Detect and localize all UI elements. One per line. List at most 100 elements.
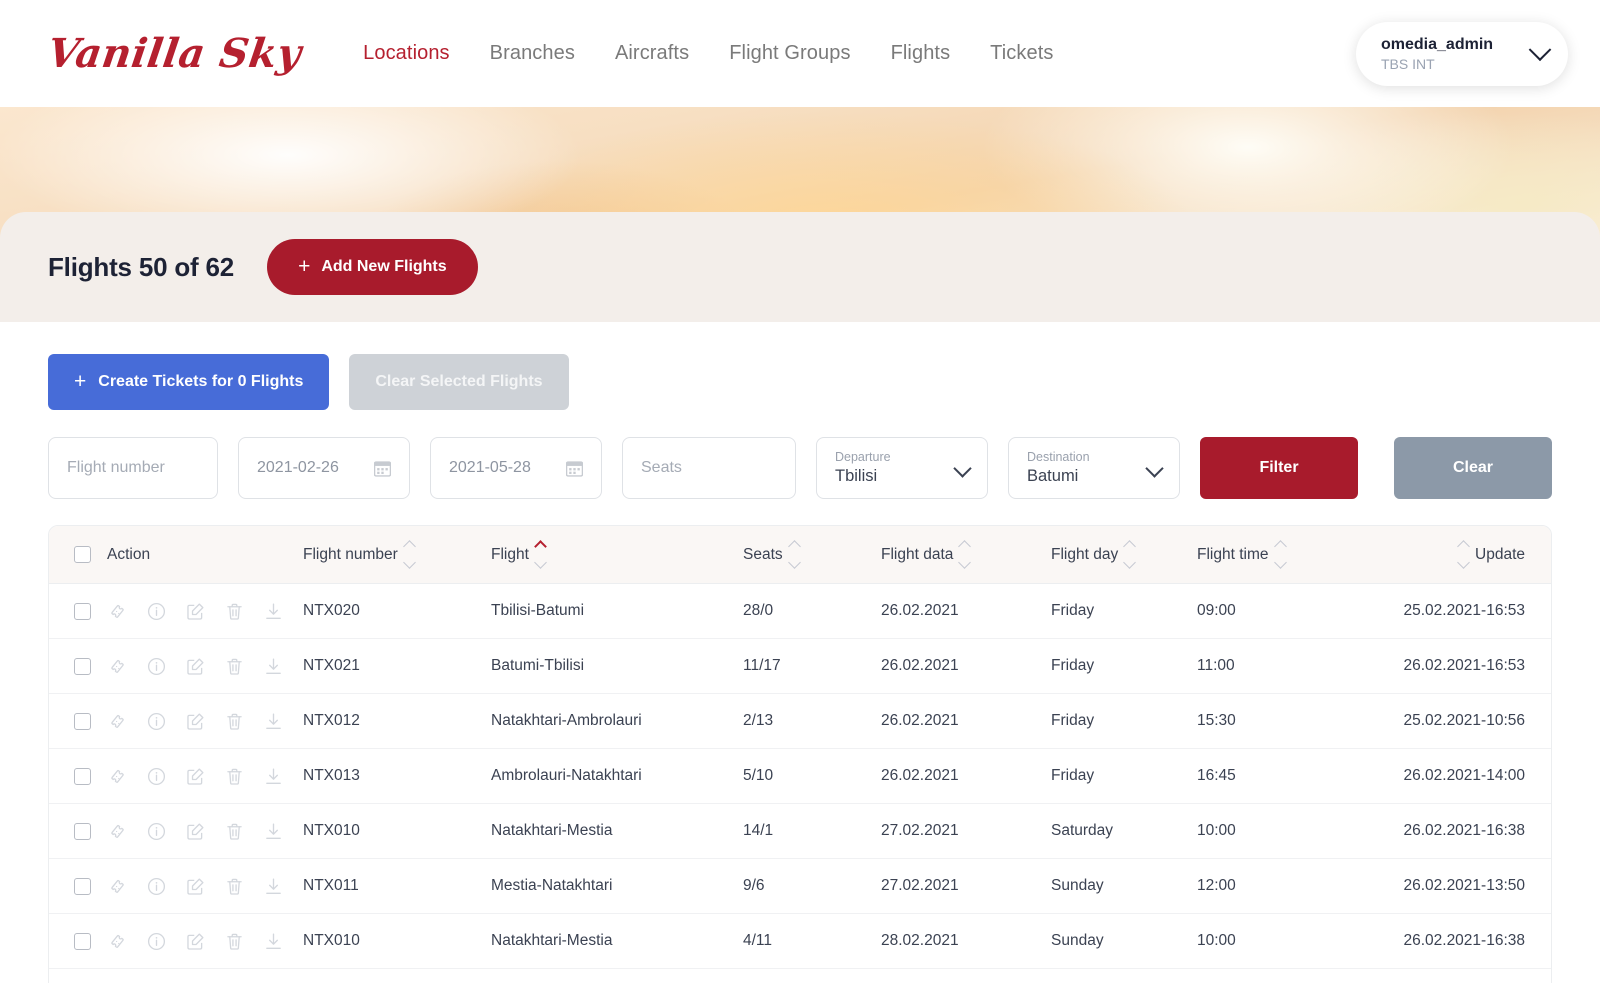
add-new-flights-button[interactable]: + Add New Flights: [267, 239, 478, 295]
download-icon[interactable]: [263, 766, 284, 787]
filter-button[interactable]: Filter: [1200, 437, 1358, 499]
trash-icon[interactable]: [224, 821, 245, 842]
info-icon[interactable]: [146, 876, 167, 897]
info-icon[interactable]: [146, 711, 167, 732]
column-header-update[interactable]: Update: [1363, 540, 1551, 569]
account-menu[interactable]: omedia_admin TBS INT: [1356, 22, 1568, 86]
sort-toggle-flight-time[interactable]: [1273, 540, 1287, 569]
row-checkbox[interactable]: [74, 657, 91, 675]
column-header-flight[interactable]: Flight: [491, 540, 743, 569]
download-icon[interactable]: [263, 931, 284, 952]
column-header-flight-day[interactable]: Flight day: [1051, 540, 1197, 569]
table-row[interactable]: NTX010 Natakhtari-Mestia 4/11 28.02.2021…: [49, 914, 1551, 969]
download-icon[interactable]: [263, 821, 284, 842]
column-header-seats[interactable]: Seats: [743, 540, 881, 569]
ticket-icon[interactable]: [107, 711, 128, 732]
trash-icon[interactable]: [224, 711, 245, 732]
info-icon[interactable]: [146, 821, 167, 842]
flight-data-value: 26.02.2021: [881, 712, 959, 729]
edit-icon[interactable]: [185, 711, 206, 732]
trash-icon[interactable]: [224, 876, 245, 897]
edit-icon[interactable]: [185, 766, 206, 787]
clear-button[interactable]: Clear: [1394, 437, 1552, 499]
ticket-icon[interactable]: [107, 601, 128, 622]
edit-icon[interactable]: [185, 821, 206, 842]
flight-day-value: Saturday: [1051, 822, 1114, 839]
flight-number-value: NTX013: [303, 767, 360, 784]
cell-flight-day: Friday: [1051, 767, 1197, 785]
table-row[interactable]: NTX011 Mestia-Natakhtari 9/6 27.02.2021 …: [49, 859, 1551, 914]
caret-down-icon: [402, 556, 416, 569]
trash-icon[interactable]: [224, 601, 245, 622]
sort-toggle-flight[interactable]: [534, 540, 547, 569]
seats-input[interactable]: Seats: [622, 437, 796, 499]
cell-flight-time: 16:45: [1197, 767, 1363, 785]
flight-value: Natakhtari-Mestia: [491, 822, 613, 839]
calendar-icon[interactable]: [565, 460, 584, 477]
download-icon[interactable]: [263, 876, 284, 897]
download-icon[interactable]: [263, 656, 284, 677]
download-icon[interactable]: [263, 711, 284, 732]
nav-item-flight-groups[interactable]: Flight Groups: [729, 42, 850, 65]
cell-flight-number: NTX020: [303, 602, 491, 620]
flight-number-input[interactable]: Flight number: [48, 437, 218, 499]
nav-item-branches[interactable]: Branches: [490, 42, 575, 65]
brand-logo[interactable]: Vanilla Sky: [45, 30, 305, 77]
nav-item-tickets[interactable]: Tickets: [990, 42, 1053, 65]
info-icon[interactable]: [146, 601, 167, 622]
table-row[interactable]: NTX020 Tbilisi-Batumi 28/0 26.02.2021 Fr…: [49, 584, 1551, 639]
ticket-icon[interactable]: [107, 766, 128, 787]
ticket-icon[interactable]: [107, 931, 128, 952]
column-header-flight-number[interactable]: Flight number: [303, 540, 491, 569]
sort-toggle-flight-number[interactable]: [402, 540, 416, 569]
table-row[interactable]: NTX010 Natakhtari-Mestia 14/1 27.02.2021…: [49, 804, 1551, 859]
destination-select[interactable]: Destination Batumi: [1008, 437, 1180, 499]
seats-value: 14/1: [743, 822, 774, 839]
edit-icon[interactable]: [185, 656, 206, 677]
row-checkbox[interactable]: [74, 877, 91, 895]
sort-toggle-update[interactable]: [1457, 540, 1470, 569]
sort-toggle-flight-data[interactable]: [958, 540, 972, 569]
ticket-icon[interactable]: [107, 821, 128, 842]
ticket-icon[interactable]: [107, 656, 128, 677]
trash-icon[interactable]: [224, 766, 245, 787]
clear-selected-flights-button[interactable]: Clear Selected Flights: [349, 354, 569, 410]
table-row[interactable]: NTX012 Natakhtari-Ambrolauri 2/13 26.02.…: [49, 694, 1551, 749]
info-icon[interactable]: [146, 931, 167, 952]
sort-toggle-seats[interactable]: [787, 540, 801, 569]
nav-item-locations[interactable]: Locations: [363, 42, 450, 65]
download-icon[interactable]: [263, 601, 284, 622]
table-row[interactable]: NTX013 Ambrolauri-Natakhtari 5/10 26.02.…: [49, 749, 1551, 804]
flight-data-value: 28.02.2021: [881, 932, 959, 949]
cell-seats: 4/11: [743, 932, 881, 950]
date-from-input[interactable]: 2021-02-26: [238, 437, 410, 499]
trash-icon[interactable]: [224, 656, 245, 677]
info-icon[interactable]: [146, 656, 167, 677]
sort-toggle-flight-day[interactable]: [1123, 540, 1137, 569]
edit-icon[interactable]: [185, 601, 206, 622]
row-checkbox[interactable]: [74, 932, 91, 950]
calendar-icon[interactable]: [373, 460, 392, 477]
nav-item-flights[interactable]: Flights: [891, 42, 951, 65]
column-header-flight-data[interactable]: Flight data: [881, 540, 1051, 569]
row-checkbox[interactable]: [74, 822, 91, 840]
departure-select[interactable]: Departure Tbilisi: [816, 437, 988, 499]
flight-data-value: 26.02.2021: [881, 602, 959, 619]
info-icon[interactable]: [146, 766, 167, 787]
table-row[interactable]: NTX021 Batumi-Tbilisi 11/17 26.02.2021 F…: [49, 639, 1551, 694]
trash-icon[interactable]: [224, 931, 245, 952]
row-checkbox[interactable]: [74, 767, 91, 785]
row-checkbox[interactable]: [74, 712, 91, 730]
date-to-input[interactable]: 2021-05-28: [430, 437, 602, 499]
edit-icon[interactable]: [185, 876, 206, 897]
caret-down-icon: [534, 556, 547, 569]
create-tickets-button[interactable]: + Create Tickets for 0 Flights: [48, 354, 330, 410]
select-all-checkbox[interactable]: [74, 546, 91, 563]
nav-item-aircrafts[interactable]: Aircrafts: [615, 42, 689, 65]
row-select-cell: [49, 602, 107, 620]
edit-icon[interactable]: [185, 931, 206, 952]
column-header-flight-time[interactable]: Flight time: [1197, 540, 1363, 569]
row-checkbox[interactable]: [74, 602, 91, 620]
table-row[interactable]: NTX011 Mestia-Natakhtari 0/15 28.02.2021…: [49, 969, 1551, 983]
ticket-icon[interactable]: [107, 876, 128, 897]
